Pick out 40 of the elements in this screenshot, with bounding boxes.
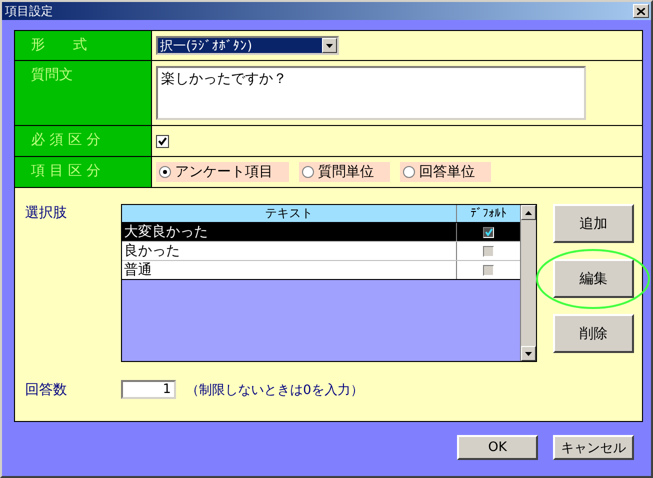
action-button[interactable]: 追加: [553, 204, 634, 243]
radio-option[interactable]: 質問単位: [299, 162, 390, 182]
question-field[interactable]: 楽しかったですか？: [156, 66, 586, 120]
answer-count-label: 回答数: [25, 380, 68, 398]
format-dropdown[interactable]: 択一(ﾗｼﾞｵﾎﾞﾀﾝ): [156, 36, 339, 55]
up-arrow-icon: [525, 210, 532, 214]
dialog-button[interactable]: キャンセル: [553, 435, 634, 460]
radio-dot[interactable]: [159, 166, 171, 178]
field-label: 質問文: [15, 61, 152, 125]
answer-count-field[interactable]: 1: [121, 380, 176, 399]
default-checkbox[interactable]: [483, 246, 494, 256]
default-checkbox[interactable]: [483, 264, 494, 276]
action-button[interactable]: 削除: [553, 314, 634, 353]
radio-dot[interactable]: [302, 166, 314, 178]
close-button[interactable]: [633, 4, 649, 18]
close-icon: [637, 8, 645, 14]
required-checkbox[interactable]: [156, 134, 169, 148]
scroll-down-button[interactable]: [521, 346, 536, 361]
field-label: 項 目 区 分: [15, 157, 152, 187]
default-checkbox[interactable]: [483, 226, 494, 238]
scroll-up-button[interactable]: [521, 205, 536, 220]
scrollbar[interactable]: [520, 205, 536, 361]
hint-text: （制限しないときは0を入力）: [186, 382, 364, 398]
down-arrow-icon: [525, 352, 532, 356]
dialog-button[interactable]: OK: [457, 435, 538, 460]
radio-option[interactable]: アンケート項目: [156, 162, 289, 182]
choice-row[interactable]: 大変良かった: [122, 223, 520, 242]
dropdown-arrow-icon: [326, 44, 333, 48]
check-icon: [158, 136, 167, 146]
field-label: 必 須 区 分: [15, 126, 152, 156]
column-header: ﾃﾞﾌｫﾙﾄ: [470, 205, 508, 222]
window-title: 項目設定: [5, 2, 53, 20]
action-button[interactable]: 編集: [553, 259, 634, 298]
choice-row[interactable]: 普通: [122, 261, 520, 280]
radio-dot[interactable]: [403, 166, 415, 178]
column-header: テキスト: [122, 205, 457, 222]
field-label: 形 式: [15, 31, 152, 60]
radio-option[interactable]: 回答単位: [400, 162, 491, 182]
choice-row[interactable]: 良かった: [122, 242, 520, 261]
choices-label: 選択肢: [25, 204, 68, 223]
